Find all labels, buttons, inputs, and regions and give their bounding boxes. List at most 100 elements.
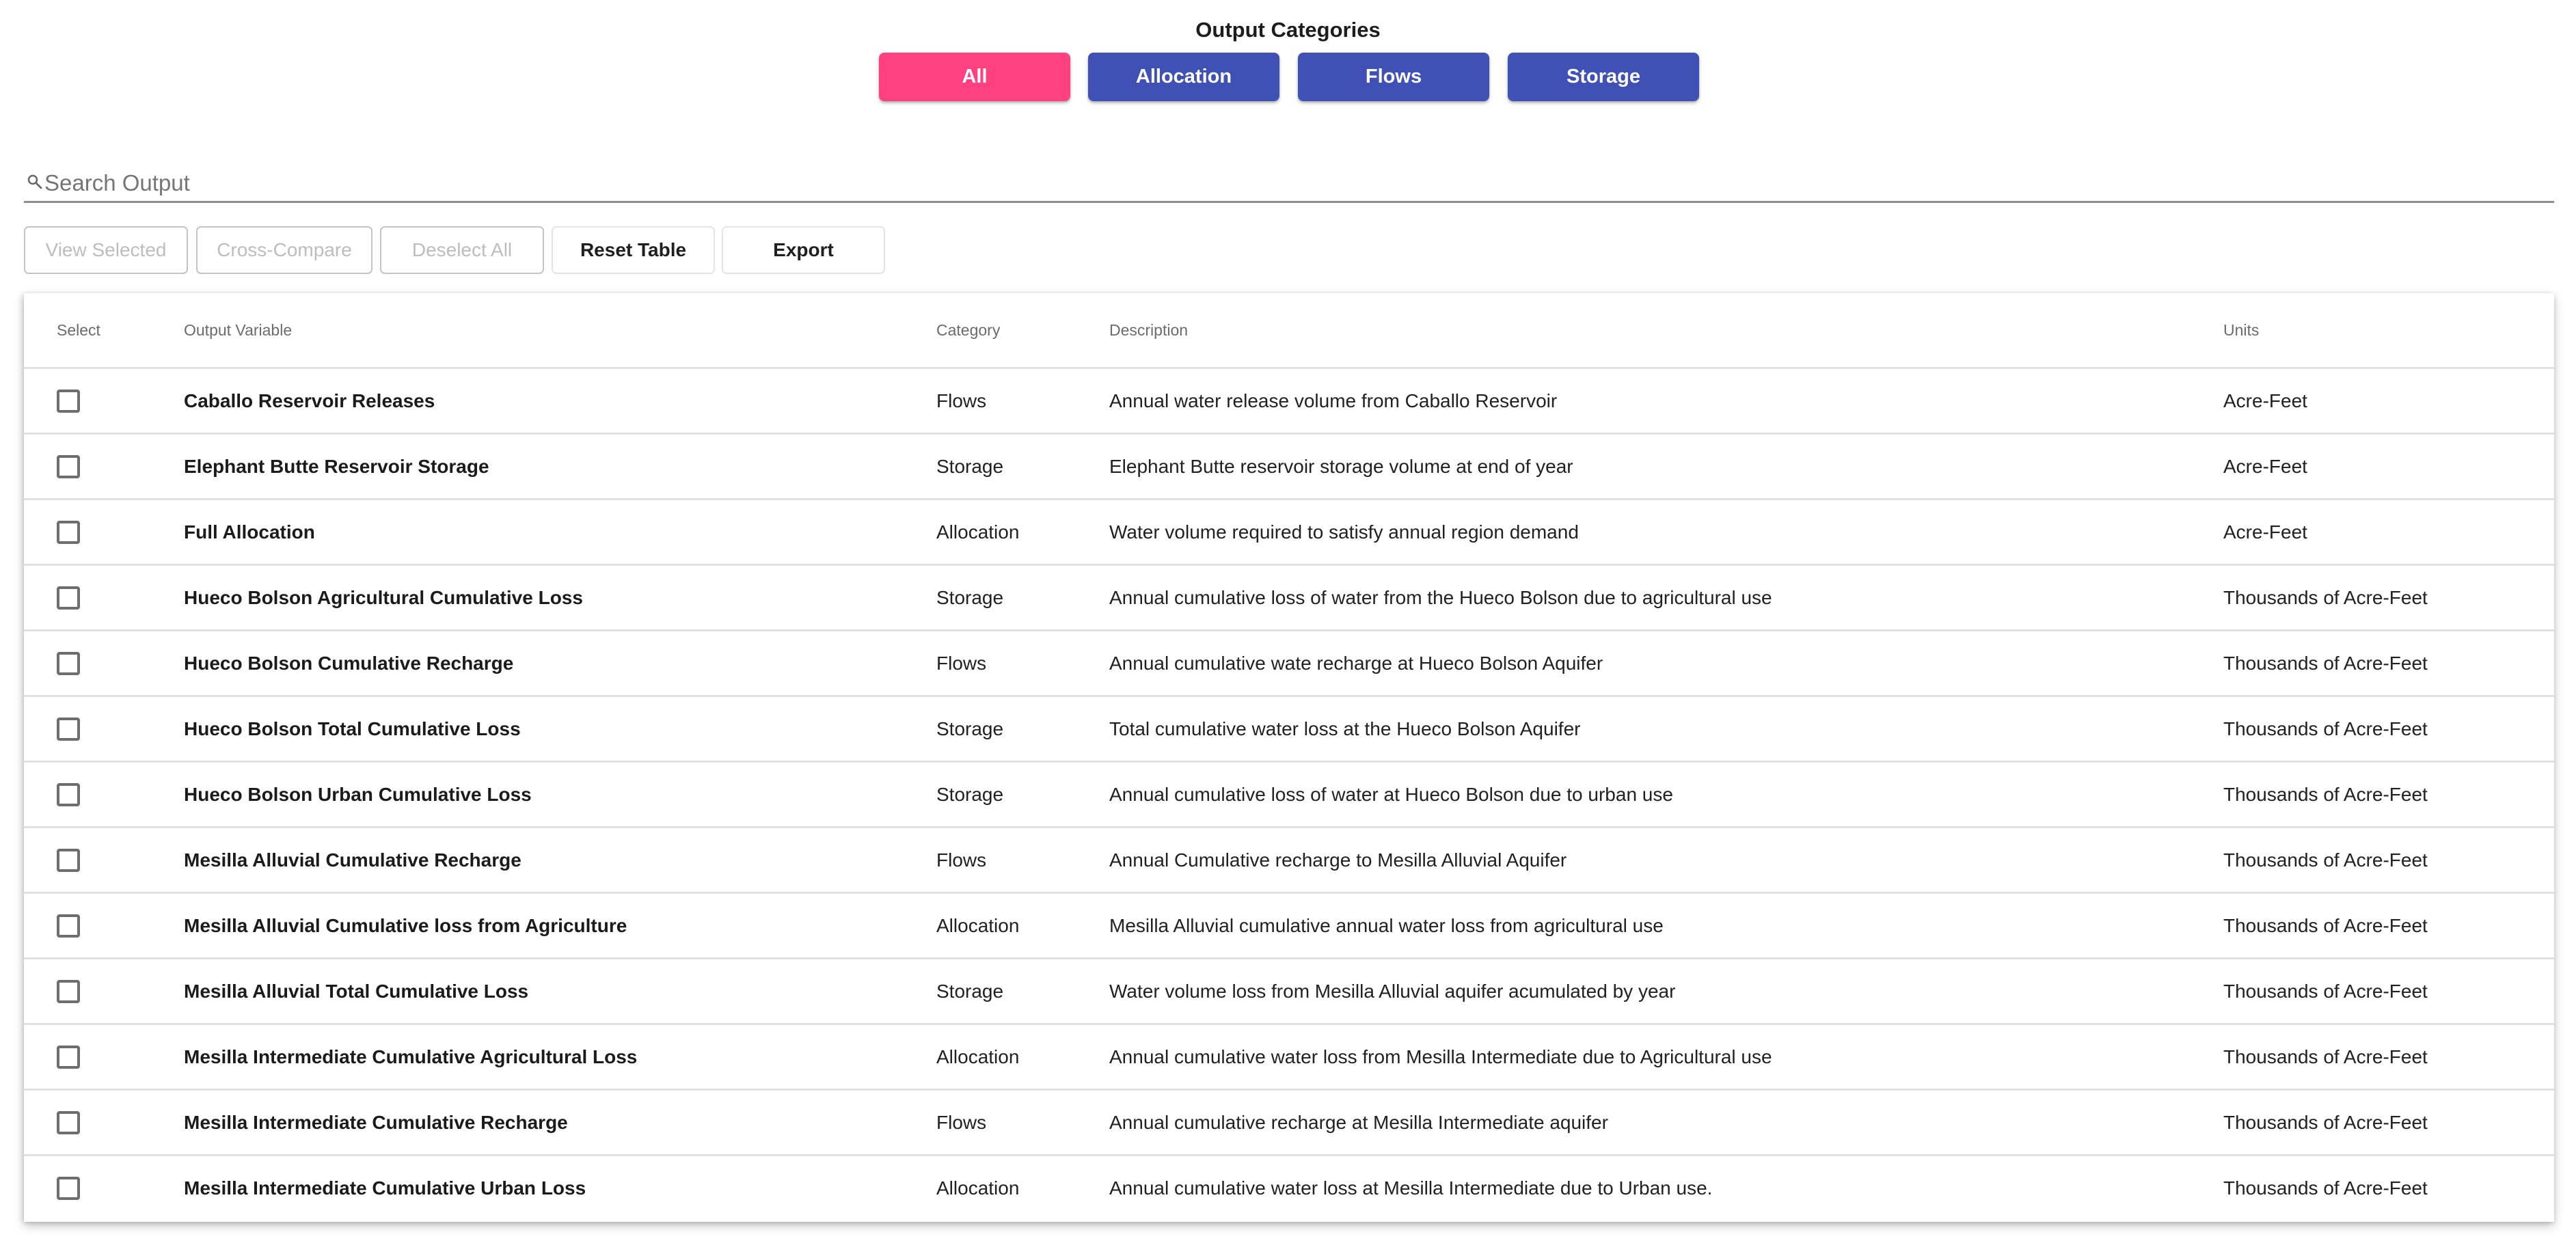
units-cell: Thousands of Acre-Feet [2223,761,2554,828]
table-row[interactable]: Mesilla Alluvial Cumulative loss from Ag… [24,892,2554,959]
description-cell: Elephant Butte reservoir storage volume … [1109,433,2223,500]
row-checkbox[interactable] [57,914,80,938]
output-table: Select Output Variable Category Descript… [24,293,2554,1220]
category-cell: Storage [936,433,1109,500]
header-select[interactable]: Select [24,293,184,369]
header-category[interactable]: Category [936,293,1109,369]
description-cell: Mesilla Alluvial cumulative annual water… [1109,892,2223,959]
output-variable-cell: Hueco Bolson Urban Cumulative Loss [184,761,936,828]
category-cell: Flows [936,827,1109,894]
output-variable-cell: Mesilla Alluvial Cumulative Recharge [184,827,936,894]
table-row[interactable]: Mesilla Alluvial Total Cumulative Loss St… [24,958,2554,1025]
units-cell: Thousands of Acre-Feet [2223,564,2554,631]
row-checkbox[interactable] [57,782,80,806]
units-cell: Thousands of Acre-Feet [2223,1177,2428,1199]
output-variable-cell: Mesilla Intermediate Cumulative Urban Lo… [184,1177,586,1199]
select-cell [24,564,184,631]
output-variable-cell: Mesilla Alluvial Total Cumulative Loss [184,958,936,1025]
table-row[interactable]: Full Allocation Allocation Water volume re… [24,499,2554,566]
table-row[interactable]: Hueco Bolson Agricultural Cumulative Los… [24,564,2554,631]
categories-title: Output Categories [1195,18,1381,42]
category-button-flows[interactable]: Flows [1298,53,1489,101]
description-cell: Annual cumulative water loss from Mesill… [1109,1024,2223,1091]
select-cell [24,1089,184,1156]
row-checkbox[interactable] [57,586,80,610]
row-checkbox[interactable] [57,651,80,675]
category-cell: Flows [936,368,1109,435]
table-row[interactable]: Hueco Bolson Urban Cumulative Loss Storag… [24,761,2554,828]
row-checkbox[interactable] [57,1176,80,1200]
category-cell: Allocation [936,499,1109,566]
output-variable-cell: Caballo Reservoir Releases [184,368,936,435]
row-checkbox[interactable] [57,520,80,544]
select-cell [24,499,184,566]
category-cell: Flows [936,1089,1109,1156]
table-row[interactable]: Mesilla Alluvial Cumulative Recharge Flow… [24,827,2554,894]
units-cell: Acre-Feet [2223,433,2554,500]
description-cell: Annual cumulative recharge at Mesilla In… [1109,1089,2223,1156]
category-button-allocation[interactable]: Allocation [1088,53,1279,101]
output-variable-cell: Hueco Bolson Cumulative Recharge [184,630,936,697]
category-cell: Allocation [936,892,1109,959]
header-description[interactable]: Description [1109,293,2223,369]
select-cell [24,1156,184,1220]
category-cell: Storage [936,696,1109,763]
output-variable-cell: Mesilla Intermediate Cumulative Agricult… [184,1024,936,1091]
description-cell: Total cumulative water loss at the Hueco… [1109,696,2223,763]
search-icon [27,174,43,190]
select-cell [24,630,184,697]
category-cell: Allocation [936,1177,1020,1199]
row-checkbox[interactable] [57,454,80,478]
deselect-all-button[interactable]: Deselect All [380,226,544,274]
cross-compare-button[interactable]: Cross-Compare [196,226,372,274]
table-row[interactable]: Hueco Bolson Cumulative Recharge Flows Ann… [24,630,2554,697]
table-row[interactable]: Elephant Butte Reservoir Storage Storage E… [24,433,2554,500]
category-cell: Storage [936,761,1109,828]
select-cell [24,696,184,763]
row-checkbox[interactable] [57,717,80,741]
view-selected-button[interactable]: View Selected [24,226,188,274]
category-cell: Flows [936,630,1109,697]
search-input[interactable] [44,168,2546,198]
reset-table-button[interactable]: Reset Table [552,226,715,274]
output-variable-cell: Mesilla Alluvial Cumulative loss from Ag… [184,892,936,959]
select-cell [24,827,184,894]
export-button[interactable]: Export [722,226,885,274]
row-checkbox[interactable] [57,389,80,413]
select-cell [24,958,184,1025]
table-row[interactable]: Hueco Bolson Total Cumulative Loss Storag… [24,696,2554,763]
row-checkbox[interactable] [57,1110,80,1134]
description-cell: Annual cumulative loss of water at Hueco… [1109,761,2223,828]
description-cell: Annual cumulative wate recharge at Hueco… [1109,630,2223,697]
table-row[interactable]: Mesilla Intermediate Cumulative Urban Lo… [24,1156,2554,1220]
units-cell: Thousands of Acre-Feet [2223,892,2554,959]
units-cell: Thousands of Acre-Feet [2223,696,2554,763]
search-field[interactable] [24,164,2554,203]
header-units[interactable]: Units [2223,293,2554,369]
table-header-row: Select Output Variable Category Descript… [24,293,2554,369]
category-button-storage[interactable]: Storage [1508,53,1699,101]
description-cell: Water volume loss from Mesilla Alluvial … [1109,958,2223,1025]
description-cell: Annual cumulative loss of water from the… [1109,564,2223,631]
select-cell [24,892,184,959]
units-cell: Thousands of Acre-Feet [2223,1024,2554,1091]
output-variable-cell: Hueco Bolson Total Cumulative Loss [184,696,936,763]
category-button-all[interactable]: All [879,53,1070,101]
units-cell: Thousands of Acre-Feet [2223,1089,2554,1156]
table-row[interactable]: Caballo Reservoir Releases Flows Annual wa… [24,368,2554,435]
row-checkbox[interactable] [57,1045,80,1069]
description-cell: Annual Cumulative recharge to Mesilla Al… [1109,827,2223,894]
row-checkbox[interactable] [57,979,80,1003]
output-variable-cell: Elephant Butte Reservoir Storage [184,433,936,500]
output-variable-cell: Full Allocation [184,499,936,566]
header-output-variable[interactable]: Output Variable [184,293,936,369]
row-checkbox[interactable] [57,848,80,872]
description-cell: Annual water release volume from Caballo… [1109,368,2223,435]
select-cell [24,433,184,500]
table-row[interactable]: Mesilla Intermediate Cumulative Recharge… [24,1089,2554,1156]
category-cell: Allocation [936,1024,1109,1091]
units-cell: Thousands of Acre-Feet [2223,958,2554,1025]
select-cell [24,1024,184,1091]
table-row[interactable]: Mesilla Intermediate Cumulative Agricult… [24,1024,2554,1091]
output-variable-cell: Mesilla Intermediate Cumulative Recharge [184,1089,936,1156]
